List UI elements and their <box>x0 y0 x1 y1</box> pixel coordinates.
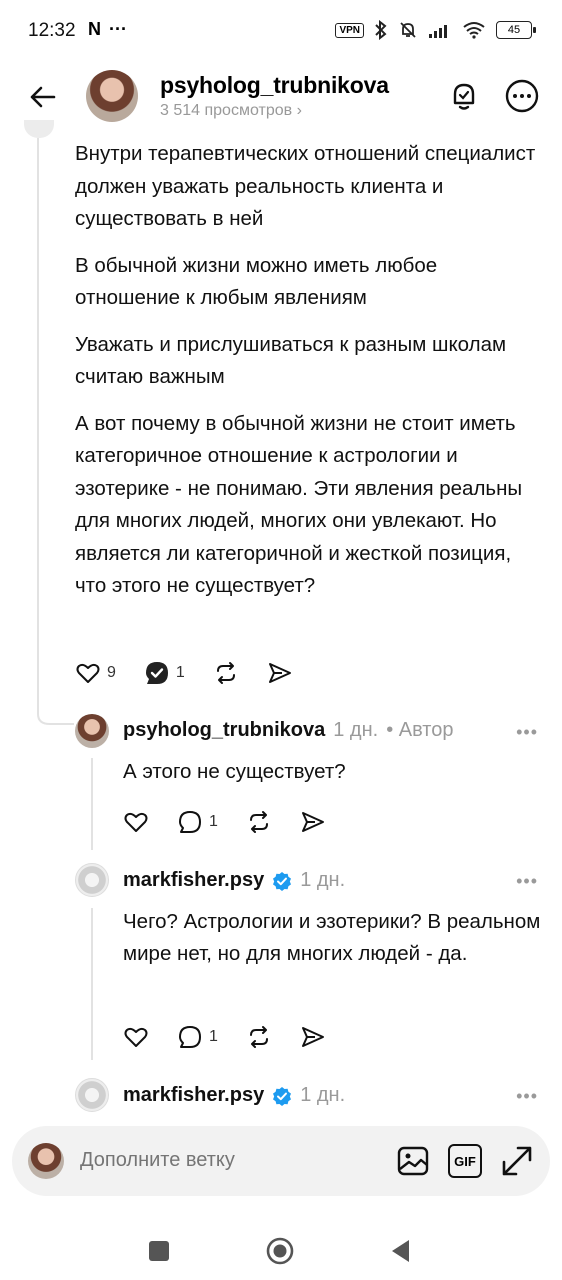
more-options-button[interactable] <box>504 78 540 114</box>
thread-header: psyholog_trubnikova 3 514 просмотров › <box>0 66 562 130</box>
replied-bubble-icon <box>145 662 168 684</box>
app-notification-icon: N <box>88 19 101 39</box>
repost-button[interactable] <box>213 660 239 686</box>
gif-label: GIF <box>454 1153 476 1169</box>
chevron-right-icon: › <box>296 102 302 119</box>
reply-button[interactable]: 1 <box>177 1024 218 1050</box>
thread-line-reply-2 <box>91 908 93 1060</box>
repost-icon <box>249 811 268 833</box>
reply-avatar[interactable] <box>75 863 109 897</box>
reply-username[interactable]: markfisher.psy <box>123 1084 264 1107</box>
reply-username[interactable]: psyholog_trubnikova <box>123 719 325 742</box>
repost-icon <box>249 1026 268 1048</box>
comment-icon <box>179 1026 201 1048</box>
reply-count: 1 <box>209 813 218 830</box>
reply-time: 1 дн. <box>333 719 379 741</box>
like-button[interactable] <box>123 1024 149 1050</box>
send-icon <box>301 812 324 832</box>
author-avatar[interactable] <box>86 70 138 122</box>
mute-bell-icon <box>400 22 416 38</box>
share-button[interactable] <box>300 809 326 835</box>
status-system-icons: VPN 45 <box>335 20 536 40</box>
reply-count: 1 <box>175 664 185 681</box>
wifi-icon <box>463 22 485 39</box>
verified-badge-icon <box>273 871 292 891</box>
repost-button[interactable] <box>246 809 272 835</box>
repost-button[interactable] <box>246 1024 272 1050</box>
reply-input[interactable] <box>80 1149 380 1172</box>
battery-icon: 45 <box>496 21 536 39</box>
share-button[interactable] <box>300 1024 326 1050</box>
reply-avatar[interactable] <box>75 1078 109 1112</box>
reply-actions: 1 <box>123 1022 354 1052</box>
composer-avatar <box>28 1143 64 1179</box>
system-navigation-bar <box>0 1228 562 1280</box>
post-actions: 9 1 <box>75 658 321 688</box>
reply-header: markfisher.psy 1 дн. <box>123 869 345 892</box>
notification-bell-button[interactable] <box>446 78 482 114</box>
verified-badge-icon <box>273 1086 292 1106</box>
reply-header: markfisher.psy 1 дн. <box>123 1084 345 1107</box>
like-button[interactable]: 9 <box>75 660 116 686</box>
expand-icon[interactable] <box>500 1144 534 1178</box>
like-button[interactable] <box>123 809 149 835</box>
repost-icon <box>216 662 235 684</box>
send-icon <box>268 663 291 683</box>
image-icon[interactable] <box>396 1144 430 1178</box>
recents-button[interactable] <box>144 1236 174 1266</box>
thread-line-reply-1 <box>91 758 93 850</box>
reply-text: Чего? Астрологии и эзотерики? В реальном… <box>123 910 541 965</box>
status-notification-icons: N ··· <box>88 19 127 40</box>
post-paragraph: А вот почему в обычной жизни не стоит им… <box>75 411 523 598</box>
reply-username[interactable]: markfisher.psy <box>123 869 264 892</box>
bluetooth-icon <box>375 20 387 40</box>
home-button[interactable] <box>265 1236 295 1266</box>
views-count[interactable]: 3 514 просмотров › <box>160 102 302 120</box>
author-username[interactable]: psyholog_trubnikova <box>160 72 389 99</box>
reply-more-button[interactable]: ••• <box>516 722 538 743</box>
thread-line-main <box>37 138 39 713</box>
post-paragraph: В обычной жизни можно иметь любое отноше… <box>75 253 438 310</box>
reply-text: А этого не существует? <box>123 760 346 783</box>
send-icon <box>301 1027 324 1047</box>
heart-icon <box>124 1027 148 1047</box>
thread-curve-connector <box>37 700 74 725</box>
reply-more-button[interactable]: ••• <box>516 871 538 892</box>
views-label: 3 514 просмотров <box>160 102 293 119</box>
reply-time: 1 дн. <box>300 1084 346 1106</box>
author-badge: • Автор <box>386 719 454 741</box>
reply-count: 1 <box>209 1028 218 1045</box>
gif-button[interactable]: GIF <box>448 1144 482 1178</box>
back-nav-button[interactable] <box>386 1236 416 1266</box>
reply-button[interactable]: 1 <box>144 660 185 686</box>
reply-actions: 1 <box>123 807 354 837</box>
share-button[interactable] <box>267 660 293 686</box>
post-paragraph: Уважать и прислушиваться к разным школам… <box>75 332 507 389</box>
reply-header: psyholog_trubnikova 1 дн. • Автор <box>123 719 453 742</box>
reply-button[interactable]: 1 <box>177 809 218 835</box>
reply-composer: GIF <box>12 1126 550 1196</box>
reply-avatar[interactable] <box>75 714 109 748</box>
post-body: Внутри терапевтических отношений специал… <box>75 138 545 617</box>
status-bar: 12:32 N ··· VPN 45 <box>0 0 562 66</box>
comment-icon <box>179 811 201 833</box>
post-paragraph: Внутри терапевтических отношений специал… <box>75 142 536 230</box>
reply-more-button[interactable]: ••• <box>516 1086 538 1107</box>
parent-avatar-stub <box>24 120 54 138</box>
vpn-icon: VPN <box>335 22 364 38</box>
back-button[interactable] <box>26 80 60 114</box>
heart-icon <box>124 812 148 832</box>
reply-time: 1 дн. <box>300 869 346 891</box>
like-count: 9 <box>107 664 116 681</box>
status-time: 12:32 <box>28 20 76 41</box>
signal-icon <box>429 25 447 38</box>
heart-icon <box>76 663 100 683</box>
more-notifications-icon: ··· <box>109 19 127 39</box>
